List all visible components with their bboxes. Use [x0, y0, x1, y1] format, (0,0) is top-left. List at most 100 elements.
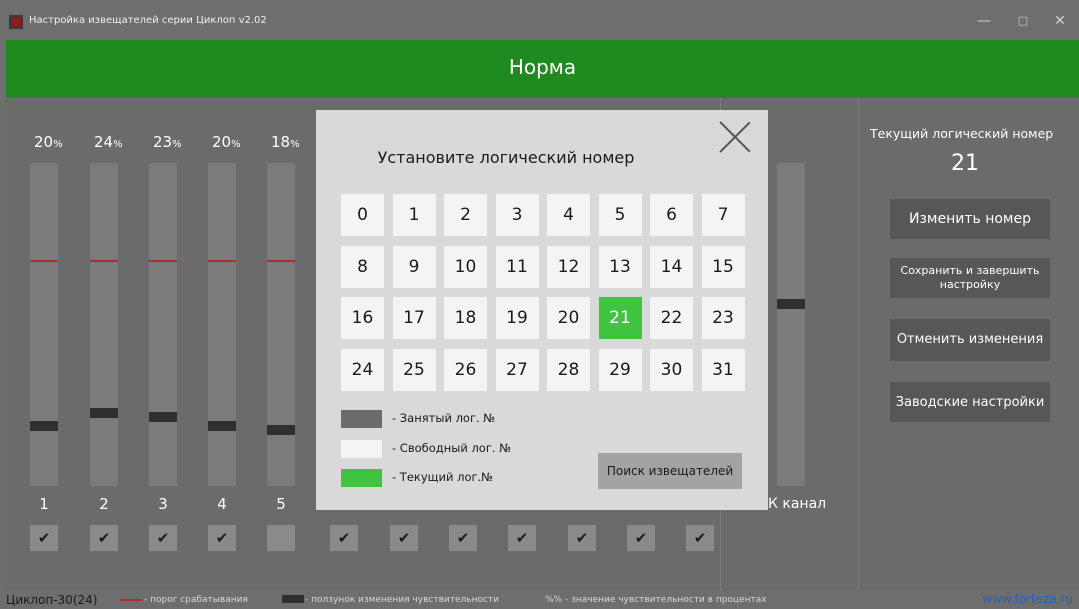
logical-number-cell[interactable]: 19	[495, 297, 539, 339]
channel-track	[267, 163, 295, 486]
channel-enable-checkbox[interactable]: ✔	[686, 525, 714, 551]
logical-number-cell[interactable]: 21	[598, 297, 642, 339]
factory-settings-button[interactable]: Заводские настройки	[890, 382, 1050, 422]
cancel-changes-button[interactable]: Отменить изменения	[890, 319, 1050, 361]
logical-number-cell[interactable]: 7	[701, 194, 745, 236]
sensitivity-slider-handle[interactable]	[208, 421, 236, 431]
logical-number-cell[interactable]: 31	[701, 348, 745, 391]
logical-number-cell[interactable]: 28	[547, 348, 590, 391]
logical-number-cell[interactable]: 30	[650, 348, 693, 391]
channel-enable-checkbox[interactable]: ✔	[627, 525, 655, 551]
channel-enable-checkbox[interactable]: ✔	[568, 525, 596, 551]
search-detectors-button[interactable]: Поиск извещателей	[598, 453, 742, 489]
maximize-button[interactable]: □	[1008, 10, 1038, 32]
logical-number-cell[interactable]: 15	[701, 245, 745, 288]
ik-channel-label: К канал	[768, 496, 827, 512]
minimize-button[interactable]: —	[969, 10, 999, 32]
channel-enable-checkbox[interactable]: ✔	[330, 525, 358, 551]
logical-number-cell[interactable]: 22	[650, 297, 693, 339]
sensitivity-slider-handle[interactable]	[30, 421, 58, 431]
channel-number: 3	[158, 495, 168, 513]
free-legend-swatch	[341, 440, 382, 458]
check-icon: ✔	[37, 529, 51, 547]
sensitivity-slider-handle[interactable]	[149, 412, 177, 422]
ik-channel-track	[777, 163, 805, 486]
divider	[858, 98, 859, 590]
logical-number-cell[interactable]: 25	[392, 348, 436, 391]
channel-enable-checkbox[interactable]: ✔	[508, 525, 536, 551]
channel-percent-value: 20	[34, 133, 54, 151]
channel-track	[149, 163, 177, 486]
check-icon: ✔	[215, 529, 229, 547]
percent-unit: %	[53, 139, 63, 150]
logical-number-cell[interactable]: 3	[495, 194, 539, 236]
check-icon: ✔	[156, 529, 170, 547]
channel-enable-checkbox[interactable]	[267, 525, 295, 551]
logical-number-cell[interactable]: 1	[392, 194, 436, 236]
logical-number-cell[interactable]: 2	[444, 194, 487, 236]
logical-number-cell[interactable]: 23	[701, 297, 745, 339]
channel-number: 5	[276, 495, 286, 513]
threshold-line	[30, 260, 58, 262]
logical-number-cell[interactable]: 12	[547, 245, 590, 288]
channel-enable-checkbox[interactable]: ✔	[149, 525, 177, 551]
logical-number-cell[interactable]: 8	[341, 245, 384, 288]
logical-number-cell[interactable]: 17	[392, 297, 436, 339]
ik-slider-handle[interactable]	[777, 299, 805, 309]
change-number-button[interactable]: Изменить номер	[890, 199, 1050, 239]
check-icon: ✔	[515, 529, 529, 547]
channel-number: 1	[39, 495, 49, 513]
check-icon: ✔	[397, 529, 411, 547]
logical-number-cell[interactable]: 27	[495, 348, 539, 391]
logical-number-cell[interactable]: 29	[598, 348, 642, 391]
check-icon: ✔	[456, 529, 470, 547]
logical-number-cell[interactable]: 16	[341, 297, 384, 339]
logical-number-cell[interactable]: 5	[598, 194, 642, 236]
logical-number-cell[interactable]: 0	[341, 194, 384, 236]
logical-number-cell[interactable]: 6	[650, 194, 693, 236]
free-legend-label: - Свободный лог. №	[392, 441, 512, 455]
channel-percent-value: 23	[153, 133, 173, 151]
logical-number-cell[interactable]: 18	[444, 297, 487, 339]
channel-enable-checkbox[interactable]: ✔	[208, 525, 236, 551]
check-icon: ✔	[693, 529, 707, 547]
threshold-line	[90, 260, 118, 262]
logical-number-cell[interactable]: 9	[392, 245, 436, 288]
logical-number-cell[interactable]: 13	[598, 245, 642, 288]
channel-percent: 20%	[212, 133, 241, 151]
window-title: Настройка извещателей серии Циклоп v2.02	[29, 15, 267, 26]
percent-unit: %	[172, 139, 182, 150]
current-number-value: 21	[951, 151, 979, 176]
save-settings-button[interactable]: Сохранить и завершить настройку	[890, 258, 1050, 298]
logical-number-cell[interactable]: 10	[444, 245, 487, 288]
close-window-button[interactable]: ✕	[1045, 10, 1075, 32]
channel-percent-value: 20	[212, 133, 232, 151]
logical-number-cell[interactable]: 20	[547, 297, 590, 339]
channel-track	[208, 163, 236, 486]
threshold-line	[267, 260, 295, 262]
logical-number-cell[interactable]: 11	[495, 245, 539, 288]
percent-unit: %	[113, 139, 123, 150]
channel-percent-value: 18	[271, 133, 291, 151]
logical-number-cell[interactable]: 26	[444, 348, 487, 391]
close-icon[interactable]	[718, 120, 752, 154]
logical-number-cell[interactable]: 24	[341, 348, 384, 391]
channel-enable-checkbox[interactable]: ✔	[449, 525, 477, 551]
logical-number-cell[interactable]: 14	[650, 245, 693, 288]
logical-number-dialog: Установите логический номер 0 1 2 3 4 5 6 7 8 9 10…	[316, 110, 768, 510]
channel-enable-checkbox[interactable]: ✔	[90, 525, 118, 551]
channel-enable-checkbox[interactable]: ✔	[390, 525, 418, 551]
status-banner: Норма	[6, 40, 1079, 98]
channel-enable-checkbox[interactable]: ✔	[30, 525, 58, 551]
dialog-title: Установите логический номер	[377, 148, 635, 167]
website-link[interactable]: www.forteza.ru	[982, 592, 1073, 606]
check-icon: ✔	[97, 529, 111, 547]
threshold-legend-swatch	[120, 599, 142, 601]
logical-number-cell[interactable]: 4	[547, 194, 590, 236]
sensitivity-slider-handle[interactable]	[267, 425, 295, 435]
threshold-legend-text: - порог срабатывания	[144, 595, 248, 605]
channel-percent: 20%	[34, 133, 63, 151]
sensitivity-slider-handle[interactable]	[90, 408, 118, 418]
app-icon	[9, 15, 23, 29]
percent-unit: %	[231, 139, 241, 150]
